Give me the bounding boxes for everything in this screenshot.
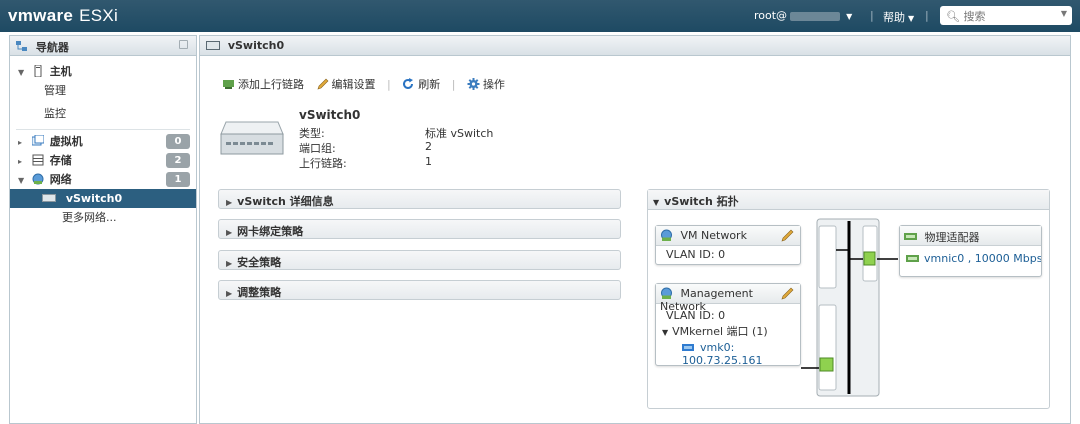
edit-settings-button[interactable]: 编辑设置 [316,78,380,91]
divider: | [387,78,391,91]
type-value: 标准 vSwitch [425,127,494,140]
add-uplink-button[interactable]: 添加上行链路 [222,78,308,91]
expand-right-icon: ▶ [226,289,233,298]
expand-right-icon: ▶ [226,259,233,268]
vmnic0-link[interactable]: vmnic0 , 10000 Mbps, ... [900,246,1041,265]
edit-pencil-icon[interactable] [781,287,794,300]
section-vswitch-details[interactable]: ▶ vSwitch 详细信息 [218,189,621,209]
topology-panel: ▼ vSwitch 拓扑 VM Network VLAN ID: 0 Manage… [647,189,1050,409]
nav-host[interactable]: ▼ 主机 [10,62,196,81]
network-globe-icon [32,173,44,185]
storage-count-badge: 2 [166,153,190,168]
portgroups-value: 2 [425,140,432,153]
expand-down-icon[interactable]: ▼ [18,63,28,82]
topology-header[interactable]: ▼ vSwitch 拓扑 [648,190,1049,210]
physical-nic-icon [904,233,917,240]
section-nic-teaming[interactable]: ▶ 网卡绑定策略 [218,219,621,239]
navigator-title: 导航器 [35,41,69,54]
add-uplink-icon [223,80,234,89]
navigator-panel: 导航器 ▼ 主机 管理 监控 ▸ 虚拟机 0 ▸ 存储 2 ▼ 网络 1 vSw… [9,35,197,424]
vswitch-icon [42,194,56,202]
pencil-icon [317,78,328,90]
section-security-policy[interactable]: ▶ 安全策略 [218,250,621,270]
nav-host-manage[interactable]: 管理 [10,81,196,100]
vmware-esxi-logo: vmware ESXi [8,6,119,25]
top-bar: vmware ESXi root@ ▼ | 帮助 ▼ | 🔍︎ 搜索 ▼ [0,0,1080,32]
chevron-down-icon: ▼ [846,12,853,21]
navigator-header: 导航器 [10,36,196,56]
expand-down-icon: ▼ [653,198,660,207]
search-input[interactable]: 🔍︎ 搜索 ▼ [940,6,1072,25]
divider: | [925,9,929,22]
type-label: 类型: [299,127,325,140]
vm-count-badge: 0 [166,134,190,149]
network-globe-icon [661,229,672,241]
uplinks-label: 上行链路: [299,157,347,170]
expand-right-icon: ▶ [226,228,233,237]
tab-vswitch0[interactable]: vSwitch0 [228,39,284,52]
nav-more-networks[interactable]: 更多网络... [10,208,196,227]
redacted-hostname [790,11,841,21]
vmk0-link[interactable]: vmk0: 100.73.25.161 [656,339,800,367]
gear-icon [467,78,480,90]
search-icon: 🔍︎ [946,10,960,23]
portgroup-management-network[interactable]: Management Network VLAN ID: 0 ▼ VMkernel … [655,283,801,367]
vswitch-name: vSwitch0 [299,108,361,122]
nav-networking[interactable]: ▼ 网络 1 [10,170,196,189]
help-menu[interactable]: 帮助 ▼ [883,9,914,25]
toolbar: 添加上行链路 编辑设置 | 刷新 | 操作 [222,76,513,92]
nav-storage[interactable]: ▸ 存储 2 [10,151,196,170]
vswitch-device-icon [220,121,284,155]
expand-right-icon[interactable]: ▸ [18,152,28,171]
section-traffic-shaping[interactable]: ▶ 调整策略 [218,280,621,300]
host-icon [34,65,42,77]
vlan-id: VLAN ID: 0 [666,248,726,261]
expand-down-icon: ▼ [662,328,669,337]
edit-pencil-icon[interactable] [781,229,794,242]
storage-icon [32,154,44,166]
portgroups-label: 端口组: [299,142,336,155]
nav-virtual-machines[interactable]: ▸ 虚拟机 0 [10,132,196,151]
actions-button[interactable]: 操作 [467,78,505,91]
divider [16,129,190,130]
uplink-connector [863,251,876,266]
vmkernel-nic-icon [682,344,694,351]
expand-right-icon: ▶ [226,198,233,207]
vswitch-icon [206,41,220,50]
chevron-down-icon[interactable]: ▼ [1061,9,1067,18]
divider: | [870,9,874,22]
refresh-button[interactable]: 刷新 [402,78,444,91]
tab-header: vSwitch0 [200,36,1070,56]
uplinks-value: 1 [425,155,432,168]
vswitch-summary: vSwitch0 类型: 标准 vSwitch 端口组: 2 上行链路: 1 [220,108,640,170]
nav-host-monitor[interactable]: 监控 [10,104,196,123]
nav-vswitch0[interactable]: vSwitch0 [10,189,196,208]
portgroup-vm-network[interactable]: VM Network VLAN ID: 0 [655,225,801,265]
expand-down-icon[interactable]: ▼ [18,171,28,190]
network-globe-icon [661,287,672,299]
physical-adapters-box[interactable]: 物理适配器 vmnic0 , 10000 Mbps, ... [899,225,1042,277]
chevron-down-icon: ▼ [908,14,915,23]
navigator-icon [16,41,27,51]
collapse-icon[interactable] [179,40,188,49]
vm-icon [31,135,44,146]
vmkernel-ports-toggle[interactable]: ▼ VMkernel 端口 (1) [656,322,800,339]
refresh-icon [403,78,414,89]
port-connector [819,357,834,372]
expand-right-icon[interactable]: ▸ [18,133,28,152]
divider: | [451,78,456,91]
user-menu[interactable]: root@ ▼ [754,9,852,22]
physical-nic-icon [906,255,919,262]
network-count-badge: 1 [166,172,190,187]
